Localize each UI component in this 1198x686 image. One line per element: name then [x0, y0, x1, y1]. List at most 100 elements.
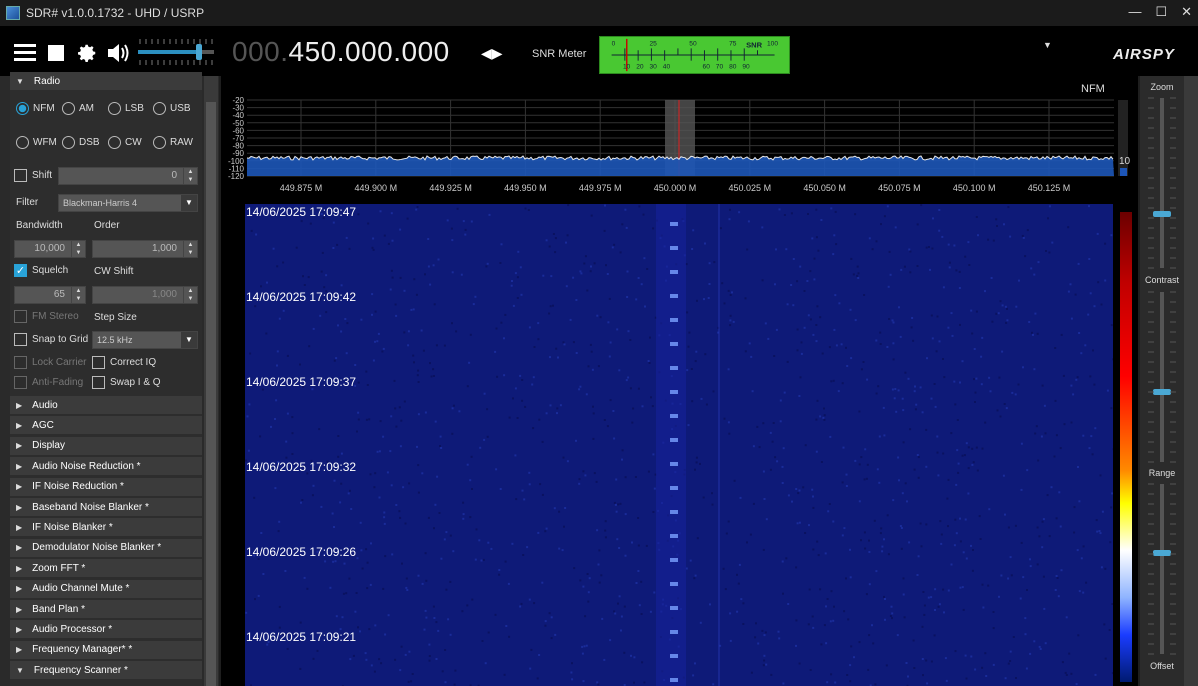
mode-raw[interactable]: RAW — [153, 136, 193, 149]
snr-tick-b70: 70 — [716, 63, 724, 70]
expanded-arrow-icon: ▼ — [16, 76, 24, 86]
volume-slider[interactable] — [138, 36, 218, 68]
collapsed-arrow-icon: ▶ — [16, 645, 23, 655]
frequency-tick-label: 449.925 M — [429, 183, 472, 193]
left-panel-scrollbar[interactable] — [204, 76, 218, 686]
mode-am[interactable]: AM — [62, 102, 94, 115]
filter-select[interactable]: Blackman-Harris 4 ▼ — [58, 194, 198, 212]
section-audio-noise-reduction[interactable]: ▶ Audio Noise Reduction * — [10, 457, 202, 476]
gear-icon[interactable] — [76, 42, 98, 64]
mode-cw[interactable]: CW — [108, 136, 142, 149]
step-size-label: Step Size — [94, 312, 137, 323]
window-title: SDR# v1.0.0.1732 - UHD / USRP — [26, 6, 205, 20]
mode-dsb[interactable]: DSB — [62, 136, 100, 149]
section-display[interactable]: ▶ Display — [10, 436, 202, 455]
stop-icon[interactable] — [48, 45, 64, 61]
section-baseband-noise-blanker[interactable]: ▶ Baseband Noise Blanker * — [10, 498, 202, 516]
order-label: Order — [94, 220, 120, 231]
mode-nfm[interactable]: NFM — [16, 102, 55, 115]
section-label: AGC — [32, 419, 54, 431]
collapsed-arrow-icon: ▶ — [16, 441, 23, 451]
snr-tick-b40: 40 — [663, 63, 671, 70]
waterfall-timestamp: 14/06/2025 17:09:47 — [246, 205, 357, 219]
anti-fading-checkbox[interactable]: Anti-Fading — [14, 376, 83, 389]
chevron-down-icon: ▼ — [181, 332, 197, 348]
speaker-icon[interactable] — [106, 42, 130, 64]
section-radio[interactable]: ▼ Radio — [10, 72, 202, 90]
minimize-button[interactable]: — — [1128, 4, 1141, 20]
waterfall-timestamp: 14/06/2025 17:09:37 — [246, 375, 357, 389]
swap-iq-checkbox[interactable]: Swap I & Q — [92, 376, 161, 389]
snr-meter-label: SNR Meter — [532, 48, 587, 60]
section-demodulator-noise-blanker[interactable]: ▶ Demodulator Noise Blanker * — [10, 538, 202, 557]
checkbox-icon — [92, 356, 105, 369]
step-size-select[interactable]: 12.5 kHz ▼ — [92, 331, 198, 349]
snr-tick-b10: 10 — [623, 63, 631, 70]
squelch-checkbox[interactable]: ✓ Squelch — [14, 264, 68, 277]
checkbox-icon — [92, 376, 105, 389]
section-if-noise-reduction[interactable]: ▶ IF Noise Reduction * — [10, 477, 202, 496]
waterfall-colorbar — [1120, 212, 1132, 682]
section-band-plan[interactable]: ▶ Band Plan * — [10, 600, 202, 618]
section-label: Radio — [33, 75, 61, 87]
frequency-display[interactable]: 000.450.000.000 — [232, 36, 450, 68]
waterfall-display[interactable] — [221, 202, 1138, 686]
title-bar: SDR# v1.0.0.1732 - UHD / USRP — ☐ ✕ — [0, 0, 1198, 26]
checkbox-icon — [14, 356, 27, 369]
section-label: Band Plan * — [32, 603, 85, 615]
menu-icon[interactable] — [14, 44, 36, 62]
section-label: Audio Channel Mute * — [32, 583, 130, 595]
tune-arrows-icon[interactable]: ◀▶ — [481, 45, 503, 62]
radio-icon — [62, 102, 75, 115]
snr-tick-b90: 90 — [742, 63, 750, 70]
section-frequency-scanner[interactable]: ▼ Frequency Scanner * — [10, 661, 202, 680]
correct-iq-checkbox[interactable]: Correct IQ — [92, 356, 156, 369]
collapsed-arrow-icon: ▶ — [16, 563, 23, 573]
squelch-input[interactable]: 65 ▲ ▼ — [14, 286, 86, 304]
order-input[interactable]: 1,000 ▲ ▼ — [92, 240, 198, 258]
right-panel-scrollbar[interactable] — [1184, 76, 1198, 686]
expanded-arrow-icon: ▼ — [16, 665, 24, 675]
frequency-tick-label: 450.025 M — [729, 183, 772, 193]
snr-tick-b60: 60 — [703, 63, 711, 70]
section-frequency-manager[interactable]: ▶ Frequency Manager* * — [10, 640, 202, 659]
snap-to-grid-checkbox[interactable]: Snap to Grid — [14, 333, 88, 346]
fm-stereo-checkbox[interactable]: FM Stereo — [14, 310, 79, 323]
snr-tick-b20: 20 — [636, 63, 644, 70]
lock-carrier-checkbox[interactable]: Lock Carrier — [14, 356, 86, 369]
mode-usb[interactable]: USB — [153, 102, 191, 115]
shift-input[interactable]: 0 ▲ ▼ — [58, 167, 198, 185]
mode-wfm[interactable]: WFM — [16, 136, 57, 149]
radio-icon — [62, 136, 75, 149]
checkmark-icon: ✓ — [14, 264, 27, 277]
mode-lsb[interactable]: LSB — [108, 102, 144, 115]
airspy-logo: AIRSPY — [1113, 46, 1175, 63]
bandwidth-input[interactable]: 10,000 ▲ ▼ — [14, 240, 86, 258]
db-tick-label: -120 — [228, 172, 245, 181]
section-zoom-fft[interactable]: ▶ Zoom FFT * — [10, 559, 202, 578]
snr-tick-b80: 80 — [729, 63, 737, 70]
frequency-value[interactable]: 450.000.000 — [289, 36, 450, 67]
section-label: Frequency Manager* * — [32, 644, 133, 656]
frequency-tick-label: 450.125 M — [1028, 183, 1071, 193]
app-icon — [6, 6, 20, 20]
checkbox-icon — [14, 376, 27, 389]
chevron-down-icon[interactable]: ▼ — [1043, 40, 1052, 50]
section-audio-processor[interactable]: ▶ Audio Processor * — [10, 620, 202, 639]
cw-shift-input[interactable]: 1,000 ▲ ▼ — [92, 286, 198, 304]
frequency-tick-label: 449.900 M — [355, 183, 398, 193]
radio-icon — [108, 136, 121, 149]
snr-tick-b30: 30 — [650, 63, 658, 70]
section-if-noise-blanker[interactable]: ▶ IF Noise Blanker * — [10, 518, 202, 537]
filter-label: Filter — [16, 197, 39, 208]
section-audio-channel-mute[interactable]: ▶ Audio Channel Mute * — [10, 579, 202, 598]
radio-icon — [16, 102, 29, 115]
section-label: IF Noise Reduction * — [32, 481, 124, 493]
spectrum-analyzer[interactable]: -20 -30 -40 -50 -60 -70 -80 -90 -100 -110 -120 449.… — [221, 76, 1138, 202]
close-button[interactable]: ✕ — [1181, 4, 1192, 20]
section-audio[interactable]: ▶ Audio — [10, 396, 202, 414]
frequency-tick-label: 450.000 M — [654, 183, 697, 193]
maximize-button[interactable]: ☐ — [1155, 4, 1167, 20]
section-agc[interactable]: ▶ AGC — [10, 416, 202, 435]
shift-checkbox[interactable]: Shift — [14, 169, 52, 182]
